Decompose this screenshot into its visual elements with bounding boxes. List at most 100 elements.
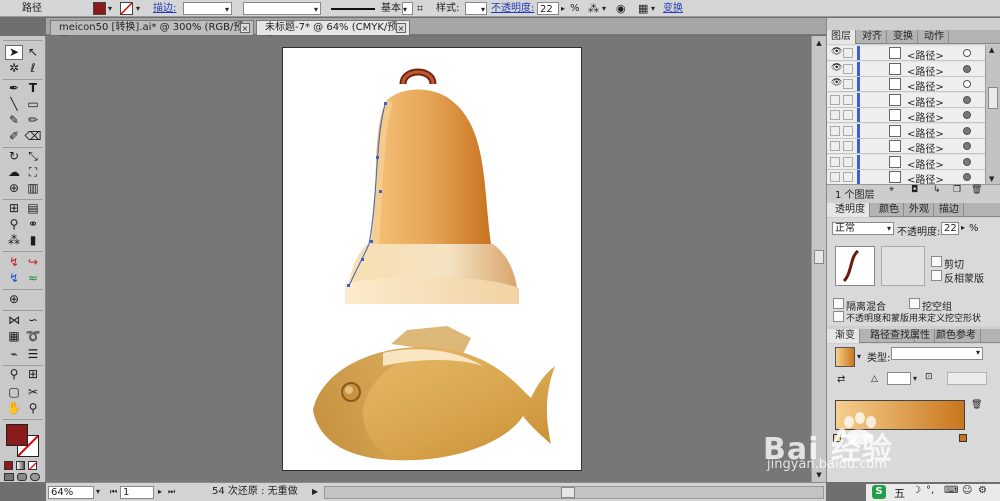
make-clipping-mask-icon[interactable]: ◘ [911, 185, 918, 195]
tab-gradient[interactable]: 渐变 [827, 329, 860, 343]
target-circle[interactable] [963, 142, 971, 150]
keyboard-icon[interactable]: ⌨ [944, 485, 958, 496]
ime-logo-icon[interactable]: S [872, 485, 886, 499]
hand-tool-icon[interactable]: ✋ [5, 401, 23, 416]
trash-icon[interactable]: 🗑 [971, 185, 982, 195]
target-circle[interactable] [963, 49, 971, 57]
visibility-toggle[interactable] [830, 94, 840, 105]
opacity-link[interactable]: 不透明度: [491, 2, 534, 15]
tab-actions[interactable]: 动作 [920, 30, 949, 44]
lock-toggle[interactable] [843, 63, 853, 74]
status-menu-arrow[interactable]: ▶ [312, 486, 318, 499]
color-mode-button[interactable] [4, 461, 13, 470]
puppet-tool-icon[interactable]: ➰ [24, 329, 42, 344]
gradient-preview-swatch[interactable] [835, 347, 855, 367]
artboard-number-field[interactable]: 1 [120, 486, 154, 499]
tab-appearance[interactable]: 外观 [905, 203, 934, 217]
layer-row[interactable]: 👁 <路径> [827, 77, 985, 93]
knife-tool-icon[interactable]: ✂ [24, 385, 42, 400]
pen-tool-icon[interactable]: ✒ [5, 81, 23, 96]
tab-align[interactable]: 对齐 [858, 30, 887, 44]
scroll-down-arrow[interactable]: ▼ [989, 175, 994, 183]
stroke-link[interactable]: 描边: [153, 2, 176, 15]
visibility-toggle[interactable] [830, 172, 840, 182]
transform-link[interactable]: 变换 [663, 2, 683, 15]
eyedropper-tool-icon[interactable]: ⚲ [5, 217, 23, 232]
target-circle[interactable] [963, 126, 971, 135]
visibility-toggle[interactable] [830, 125, 840, 136]
stroke-dropdown-arrow[interactable]: ▾ [136, 2, 140, 15]
direct-selection-tool-icon[interactable]: ↖ [24, 45, 42, 60]
graph-tool-icon[interactable]: ⌁ [5, 347, 23, 362]
chevron-right-icon[interactable]: ▸ [961, 223, 965, 232]
layer-row[interactable]: <路径> [827, 154, 985, 171]
layer-row[interactable]: <路径> [827, 123, 985, 140]
opacity-mask-knockout-checkbox[interactable] [833, 311, 844, 322]
target-circle[interactable] [963, 173, 971, 181]
rotate-tool-icon[interactable]: ↻ [5, 149, 23, 164]
path-tool-3-icon[interactable]: ↯ [5, 271, 23, 286]
line-tool-icon[interactable]: ╲ [5, 97, 23, 112]
symbol-sprayer-tool-icon[interactable]: ⁂ [5, 233, 23, 248]
draw-behind-button[interactable] [17, 473, 27, 481]
visibility-toggle[interactable] [830, 156, 840, 167]
target-circle[interactable] [963, 95, 971, 104]
none-mode-button[interactable] [28, 461, 37, 471]
chevron-down-icon[interactable]: ▾ [913, 374, 917, 383]
warp-tool-icon[interactable]: ☁ [5, 165, 23, 180]
selection-tool-icon[interactable]: ➤ [5, 45, 23, 60]
visibility-toggle[interactable] [830, 110, 840, 120]
close-icon[interactable]: × [240, 23, 250, 33]
target-tool-icon[interactable]: ⊕ [5, 292, 23, 307]
layer-row[interactable]: <路径> [827, 108, 985, 124]
eye-icon[interactable]: 👁 [831, 63, 842, 73]
next-artboard-icon[interactable]: ▸ [158, 486, 162, 499]
chevron-down-icon[interactable]: ▾ [96, 486, 100, 499]
globe-icon[interactable]: ◉ [616, 2, 626, 15]
fill-color-swatch[interactable] [93, 2, 106, 15]
lock-toggle[interactable] [843, 141, 853, 151]
lock-toggle[interactable] [843, 156, 853, 167]
reverse-gradient-icon[interactable]: ⇄ [837, 374, 845, 385]
recolor-icon[interactable]: ⌗ [417, 2, 423, 15]
graphic-style-dropdown[interactable]: ▾ [465, 2, 487, 15]
layer-row[interactable]: <路径> [827, 139, 985, 155]
path-tool-1-icon[interactable]: ↯ [5, 255, 23, 270]
lasso-tool-icon[interactable]: ℓ [24, 61, 42, 76]
lock-toggle[interactable] [843, 125, 853, 136]
brush-dropdown[interactable]: ▾ [402, 2, 413, 15]
visibility-toggle[interactable] [830, 141, 840, 151]
lock-toggle[interactable] [843, 48, 853, 58]
settings-icon[interactable]: ⚙ [978, 485, 987, 496]
lock-toggle[interactable] [843, 79, 853, 89]
eyedropper-tool-2-icon[interactable]: ⚲ [5, 367, 23, 382]
angle-input[interactable] [887, 372, 911, 385]
perspective-grid-tool-icon[interactable]: ▥ [24, 181, 42, 196]
grid-icon[interactable]: ▦ [638, 2, 648, 15]
type-tool-icon[interactable]: T [24, 81, 42, 96]
layer-row[interactable]: <路径> [827, 170, 985, 186]
aspect-ratio-input[interactable] [947, 372, 987, 385]
paintbrush-tool-icon[interactable]: ✎ [5, 113, 23, 128]
stroke-color-swatch[interactable] [120, 2, 133, 15]
eraser-tool-icon[interactable]: ⌫ [24, 129, 42, 144]
invert-mask-checkbox[interactable] [931, 270, 942, 281]
layer-row[interactable]: <路径> [827, 92, 985, 109]
tab-meicon50[interactable]: meicon50 [转换].ai* @ 300% (RGB/预览) × [50, 20, 254, 47]
artboard[interactable] [282, 47, 582, 471]
tab-stroke[interactable]: 描边 [935, 203, 964, 217]
scroll-thumb[interactable] [561, 487, 575, 498]
align-icon[interactable]: ⁂ [588, 2, 599, 15]
measure-tool-icon[interactable]: ⊞ [24, 367, 42, 382]
eye-icon[interactable]: 👁 [831, 47, 842, 57]
mesh-tool-icon[interactable]: ⊞ [5, 201, 23, 216]
tab-attributes[interactable]: 属性 [906, 329, 935, 343]
opacity-thumbnail[interactable] [835, 246, 875, 286]
blend-mode-dropdown[interactable]: 正常 ▾ [832, 222, 894, 235]
rectangle-tool-icon[interactable]: ▭ [24, 97, 42, 112]
shape-builder-tool-icon[interactable]: ⊕ [5, 181, 23, 196]
knockout-group-checkbox[interactable] [909, 298, 920, 309]
tab-layers[interactable]: 图层 [827, 30, 856, 44]
punctuation-icon[interactable]: °, [926, 485, 934, 496]
layer-row[interactable]: 👁 <路径> [827, 61, 985, 78]
